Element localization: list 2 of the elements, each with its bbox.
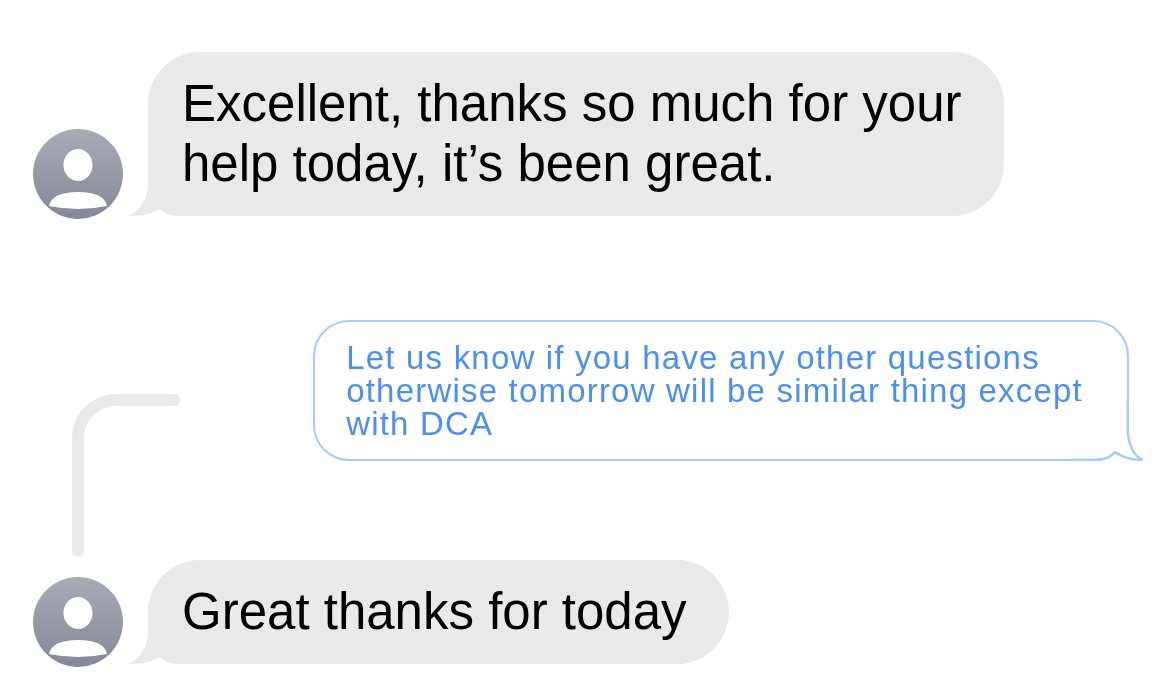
avatar-icon xyxy=(33,129,123,219)
avatar-icon xyxy=(33,577,123,667)
